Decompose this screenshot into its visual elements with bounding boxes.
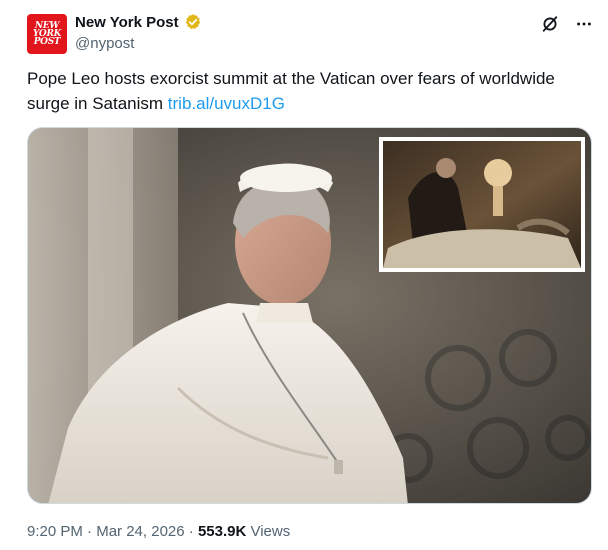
- tweet-actions: [540, 14, 594, 34]
- tweet-link[interactable]: trib.al/uvuxD1G: [168, 94, 285, 113]
- account-name-row: New York Post: [75, 13, 202, 31]
- tweet-body: Pope Leo hosts exorcist summit at the Va…: [27, 69, 555, 113]
- avatar[interactable]: NEW YORK POST: [27, 14, 67, 54]
- tweet-time[interactable]: 9:20 PM: [27, 523, 83, 540]
- more-icon[interactable]: [574, 14, 594, 34]
- handle[interactable]: @nypost: [75, 35, 134, 52]
- grok-icon[interactable]: [540, 14, 560, 34]
- tweet-meta: 9:20 PM · Mar 24, 2026 · 553.9K Views: [27, 523, 290, 540]
- meta-separator-2: ·: [184, 523, 198, 540]
- meta-separator: ·: [82, 523, 97, 540]
- tweet-text: Pope Leo hosts exorcist summit at the Va…: [27, 66, 587, 116]
- photo-illustration: [28, 128, 591, 503]
- verified-badge-icon[interactable]: [184, 13, 202, 31]
- avatar-logo-text: NEW YORK POST: [32, 21, 62, 47]
- tweet-photo[interactable]: [27, 127, 592, 504]
- views-label: Views: [246, 523, 291, 540]
- views-count: 553.9K: [197, 523, 247, 540]
- display-name[interactable]: New York Post: [75, 14, 179, 31]
- tweet-date[interactable]: Mar 24, 2026: [96, 523, 184, 540]
